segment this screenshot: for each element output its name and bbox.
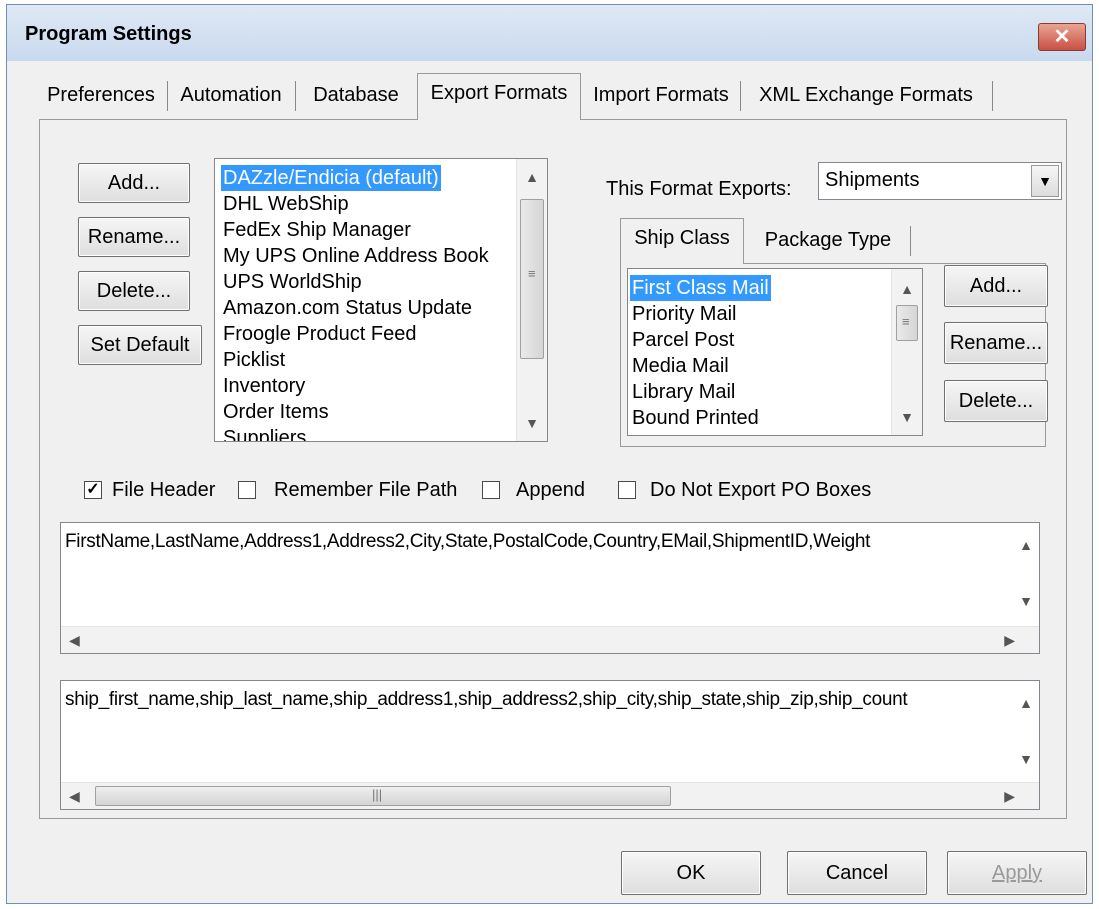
tab-separator <box>167 81 168 111</box>
exports-select-value: Shipments <box>825 169 920 191</box>
list-item[interactable]: Inventory <box>221 373 307 399</box>
list-item[interactable]: Bound Printed <box>630 405 761 431</box>
scroll-down-icon[interactable]: ▼ <box>1019 751 1033 767</box>
do-not-export-po-boxes-label: Do Not Export PO Boxes <box>650 479 872 501</box>
list-item[interactable]: Order Items <box>221 399 331 425</box>
tab-preferences[interactable]: Preferences <box>41 77 161 113</box>
set-default-button[interactable]: Set Default <box>78 325 202 365</box>
ok-button[interactable]: OK <box>621 851 761 895</box>
header-text-area[interactable]: FirstName,LastName,Address1,Address2,Cit… <box>60 522 1040 654</box>
add-ship-class-button[interactable]: Add... <box>944 265 1048 307</box>
list-item[interactable]: Suppliers <box>221 425 308 441</box>
list-item[interactable]: Parcel Post <box>630 327 736 353</box>
tab-separator <box>295 81 296 111</box>
list-item[interactable]: UPS WorldShip <box>221 269 364 295</box>
program-settings-dialog: Program Settings ✕ Preferences Automatio… <box>6 4 1093 904</box>
list-item[interactable]: DAZzle/Endicia (default) <box>221 165 441 191</box>
tab-xml-exchange-formats[interactable]: XML Exchange Formats <box>745 77 987 113</box>
scroll-down-icon[interactable]: ▼ <box>892 409 922 425</box>
scroll-right-icon[interactable]: ▶ <box>1004 788 1015 805</box>
append-checkbox[interactable] <box>482 481 500 499</box>
grip-icon: ≡ <box>528 266 536 281</box>
window-title: Program Settings <box>25 23 192 45</box>
fields-text-area[interactable]: ship_first_name,ship_last_name,ship_addr… <box>60 680 1040 810</box>
scroll-thumb[interactable]: ≡ <box>896 305 918 341</box>
export-formats-panel: Add... Rename... Delete... Set Default D… <box>39 119 1067 819</box>
list-item[interactable]: First Class Mail <box>630 275 771 301</box>
ship-class-list[interactable]: First Class Mail Priority Mail Parcel Po… <box>627 268 923 436</box>
file-header-label: File Header <box>112 479 216 501</box>
list-item[interactable]: FedEx Ship Manager <box>221 217 413 243</box>
scroll-right-icon[interactable]: ▶ <box>1004 632 1015 649</box>
apply-button[interactable]: Apply <box>947 851 1087 895</box>
header-horizontal-scrollbar[interactable]: ◀ ▶ <box>61 626 1039 653</box>
list-item[interactable]: Library Mail <box>630 379 737 405</box>
scroll-up-icon[interactable]: ▲ <box>892 281 922 297</box>
scroll-down-icon[interactable]: ▼ <box>517 415 547 431</box>
cancel-button[interactable]: Cancel <box>787 851 927 895</box>
file-header-checkbox[interactable]: ✓ <box>84 481 102 499</box>
fields-text: ship_first_name,ship_last_name,ship_addr… <box>65 689 908 710</box>
formats-list-scrollbar[interactable]: ▲ ≡ ▼ <box>516 159 547 441</box>
scroll-thumb[interactable]: ≡ <box>520 199 544 359</box>
delete-ship-class-button[interactable]: Delete... <box>944 380 1048 422</box>
scroll-left-icon[interactable]: ◀ <box>69 788 80 805</box>
remember-file-path-label: Remember File Path <box>274 479 458 501</box>
rename-ship-class-button[interactable]: Rename... <box>944 322 1048 364</box>
scroll-down-icon[interactable]: ▼ <box>1019 593 1033 609</box>
tab-separator <box>740 81 741 111</box>
tab-separator <box>910 226 911 256</box>
delete-format-button[interactable]: Delete... <box>78 271 190 311</box>
scroll-up-icon[interactable]: ▲ <box>517 169 547 185</box>
do-not-export-po-boxes-checkbox[interactable] <box>618 481 636 499</box>
grip-icon: ≡ <box>902 314 910 329</box>
fields-horizontal-scrollbar[interactable]: ◀ ||| ▶ <box>61 782 1039 809</box>
exports-label: This Format Exports: <box>606 178 792 200</box>
remember-file-path-checkbox[interactable] <box>238 481 256 499</box>
list-item[interactable]: Picklist <box>221 347 287 373</box>
tab-import-formats[interactable]: Import Formats <box>587 77 735 113</box>
list-item[interactable]: Media Mail <box>630 353 731 379</box>
list-item[interactable]: Amazon.com Status Update <box>221 295 474 321</box>
scroll-up-icon[interactable]: ▲ <box>1019 695 1033 711</box>
ship-class-scrollbar[interactable]: ▲ ≡ ▼ <box>891 269 922 435</box>
exports-select[interactable]: Shipments ▼ <box>818 162 1062 200</box>
tab-database[interactable]: Database <box>301 77 411 113</box>
add-format-button[interactable]: Add... <box>78 163 190 203</box>
list-item[interactable]: Priority Mail <box>630 301 738 327</box>
tab-ship-class[interactable]: Ship Class <box>620 218 744 264</box>
header-text: FirstName,LastName,Address1,Address2,Cit… <box>65 531 871 552</box>
tab-separator <box>992 81 993 111</box>
list-item[interactable]: DHL WebShip <box>221 191 351 217</box>
append-label: Append <box>516 479 585 501</box>
tab-export-formats[interactable]: Export Formats <box>417 73 581 120</box>
grip-icon: ||| <box>372 787 383 802</box>
scroll-up-icon[interactable]: ▲ <box>1019 537 1033 553</box>
list-item[interactable]: Froogle Product Feed <box>221 321 418 347</box>
tab-package-type[interactable]: Package Type <box>750 222 906 258</box>
close-button[interactable]: ✕ <box>1038 23 1086 51</box>
title-bar[interactable]: Program Settings ✕ <box>7 5 1092 61</box>
export-formats-list[interactable]: DAZzle/Endicia (default) DHL WebShip Fed… <box>214 158 548 442</box>
scroll-left-icon[interactable]: ◀ <box>69 632 80 649</box>
scroll-thumb[interactable]: ||| <box>95 786 671 806</box>
rename-format-button[interactable]: Rename... <box>78 217 190 257</box>
tab-automation[interactable]: Automation <box>173 77 289 113</box>
chevron-down-icon[interactable]: ▼ <box>1031 165 1059 197</box>
list-item[interactable]: My UPS Online Address Book <box>221 243 491 269</box>
